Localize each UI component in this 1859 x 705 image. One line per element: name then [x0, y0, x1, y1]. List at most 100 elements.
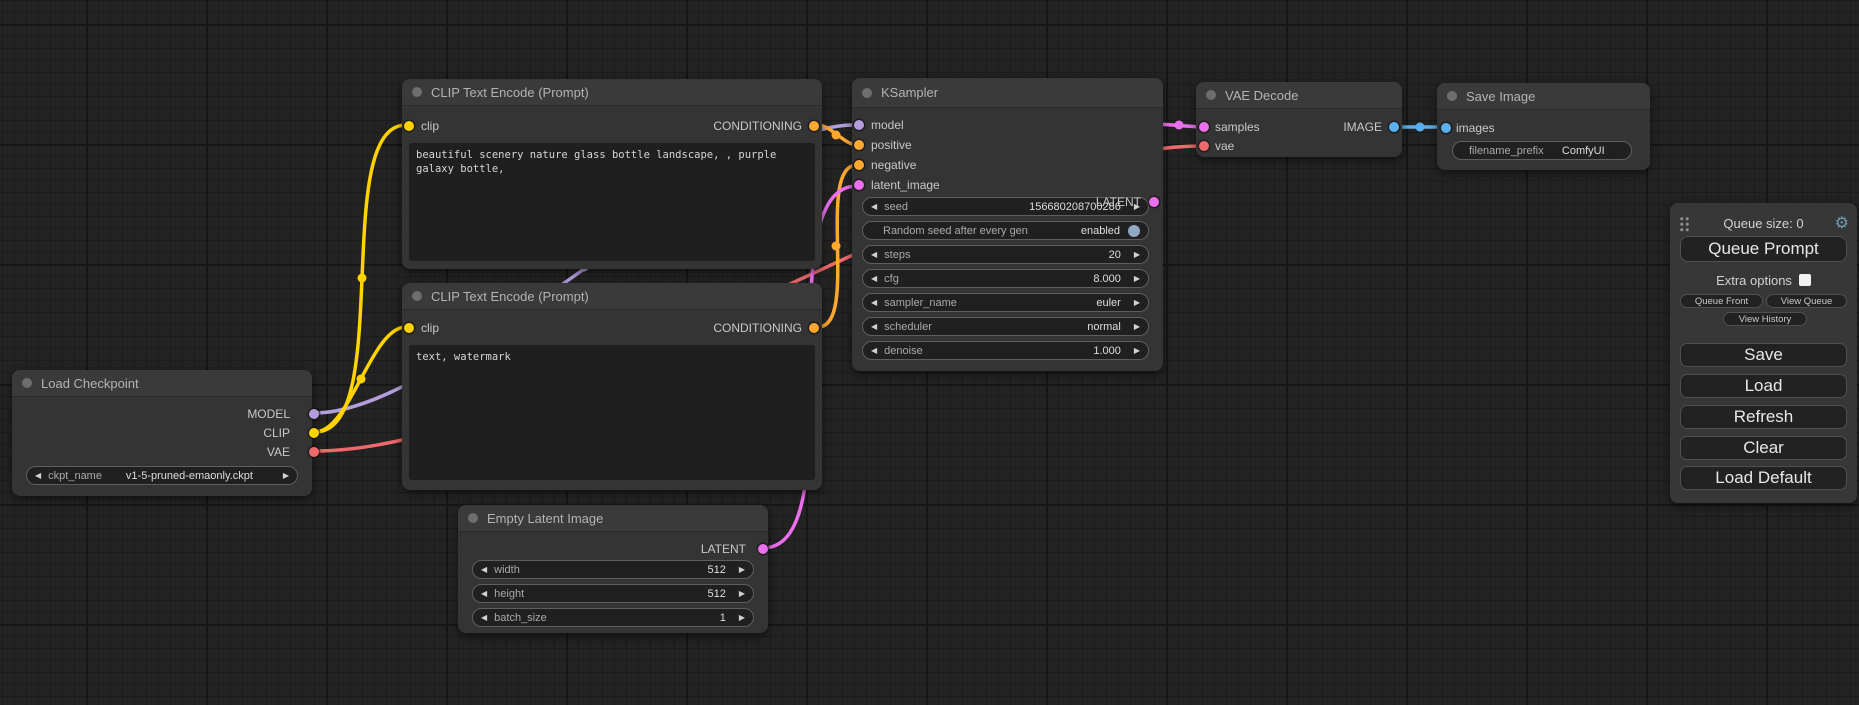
ckpt-name-widget[interactable]: ◀ ckpt_name v1-5-pruned-emaonly.ckpt ▶: [26, 466, 298, 485]
port-image-output[interactable]: [1389, 122, 1399, 132]
load-button[interactable]: Load: [1680, 374, 1847, 398]
left-arrow-icon[interactable]: ◀: [871, 202, 877, 211]
right-arrow-icon[interactable]: ▶: [1134, 274, 1140, 283]
node-title: Empty Latent Image: [487, 511, 603, 526]
node-clip-text-encode-positive[interactable]: CLIP Text Encode (Prompt) clip CONDITION…: [402, 79, 822, 269]
drag-handle-icon[interactable]: [1679, 216, 1690, 232]
node-titlebar[interactable]: Empty Latent Image: [458, 505, 768, 532]
left-arrow-icon[interactable]: ◀: [35, 471, 41, 480]
port-positive-input[interactable]: [854, 140, 864, 150]
left-arrow-icon[interactable]: ◀: [481, 565, 487, 574]
right-arrow-icon[interactable]: ▶: [739, 565, 745, 574]
right-arrow-icon[interactable]: ▶: [739, 613, 745, 622]
load-default-button[interactable]: Load Default: [1680, 466, 1847, 490]
left-arrow-icon[interactable]: ◀: [871, 250, 877, 259]
node-titlebar[interactable]: Load Checkpoint: [12, 370, 312, 397]
left-arrow-icon[interactable]: ◀: [871, 274, 877, 283]
scheduler-widget[interactable]: ◀ scheduler normal ▶: [862, 317, 1149, 336]
left-arrow-icon[interactable]: ◀: [871, 346, 877, 355]
queue-front-button[interactable]: Queue Front: [1680, 294, 1763, 308]
node-save-image[interactable]: Save Image images filename_prefix ComfyU…: [1437, 83, 1650, 170]
sampler-name-widget[interactable]: ◀ sampler_name euler ▶: [862, 293, 1149, 312]
left-arrow-icon[interactable]: ◀: [481, 589, 487, 598]
view-history-button[interactable]: View History: [1723, 312, 1807, 326]
port-latent-output[interactable]: [758, 544, 768, 554]
right-arrow-icon[interactable]: ▶: [1134, 346, 1140, 355]
port-vae-output[interactable]: [309, 447, 319, 457]
port-latent-output[interactable]: [1149, 197, 1159, 207]
port-conditioning-output[interactable]: [809, 323, 819, 333]
queue-panel-header: Queue size: 0 ⚙: [1670, 214, 1857, 232]
denoise-value: 1.000: [923, 345, 1134, 357]
filename-prefix-widget[interactable]: filename_prefix ComfyUI: [1452, 141, 1632, 160]
port-clip-input[interactable]: [404, 121, 414, 131]
port-negative-input[interactable]: [854, 160, 864, 170]
cfg-value: 8.000: [899, 273, 1134, 285]
port-images-input[interactable]: [1441, 123, 1451, 133]
collapse-dot-icon[interactable]: [1206, 90, 1216, 100]
port-latent-image-input[interactable]: [854, 180, 864, 190]
node-title: CLIP Text Encode (Prompt): [431, 85, 589, 100]
left-arrow-icon[interactable]: ◀: [481, 613, 487, 622]
input-samples: samples IMAGE: [1196, 117, 1402, 136]
view-queue-button[interactable]: View Queue: [1766, 294, 1847, 308]
port-vae-input[interactable]: [1199, 141, 1209, 151]
node-titlebar[interactable]: CLIP Text Encode (Prompt): [402, 79, 822, 106]
output-conditioning-label: CONDITIONING: [713, 321, 802, 335]
cfg-widget[interactable]: ◀ cfg 8.000 ▶: [862, 269, 1149, 288]
height-widget[interactable]: ◀ height 512 ▶: [472, 584, 754, 603]
extra-options-checkbox[interactable]: [1799, 274, 1811, 286]
batch-size-widget[interactable]: ◀ batch_size 1 ▶: [472, 608, 754, 627]
node-titlebar[interactable]: VAE Decode: [1196, 82, 1402, 109]
collapse-dot-icon[interactable]: [412, 291, 422, 301]
port-model-output[interactable]: [309, 409, 319, 419]
clear-button[interactable]: Clear: [1680, 436, 1847, 460]
steps-value: 20: [910, 249, 1133, 261]
left-arrow-icon[interactable]: ◀: [871, 298, 877, 307]
sampler-name-value: euler: [957, 297, 1134, 309]
node-load-checkpoint[interactable]: Load Checkpoint MODEL CLIP VAE ◀ ckpt_na…: [12, 370, 312, 496]
node-titlebar[interactable]: Save Image: [1437, 83, 1650, 110]
right-arrow-icon[interactable]: ▶: [1134, 322, 1140, 331]
collapse-dot-icon[interactable]: [22, 378, 32, 388]
collapse-dot-icon[interactable]: [468, 513, 478, 523]
right-arrow-icon[interactable]: ▶: [739, 589, 745, 598]
port-model-input[interactable]: [854, 120, 864, 130]
scheduler-value: normal: [932, 321, 1134, 333]
toggle-circle-icon[interactable]: [1128, 225, 1140, 237]
input-images: images: [1437, 118, 1650, 137]
collapse-dot-icon[interactable]: [412, 87, 422, 97]
port-clip-output[interactable]: [309, 428, 319, 438]
right-arrow-icon[interactable]: ▶: [1134, 298, 1140, 307]
width-widget[interactable]: ◀ width 512 ▶: [472, 560, 754, 579]
output-vae: VAE: [12, 442, 312, 461]
positive-prompt-textarea[interactable]: beautiful scenery nature glass bottle la…: [409, 143, 815, 261]
node-empty-latent-image[interactable]: Empty Latent Image LATENT ◀ width 512 ▶ …: [458, 505, 768, 633]
node-titlebar[interactable]: KSampler: [852, 78, 1163, 108]
input-positive: positive: [852, 135, 1163, 155]
port-clip-input[interactable]: [404, 323, 414, 333]
node-titlebar[interactable]: CLIP Text Encode (Prompt): [402, 283, 822, 310]
random-seed-toggle-widget[interactable]: Random seed after every gen enabled: [862, 221, 1149, 240]
port-conditioning-output[interactable]: [809, 121, 819, 131]
node-clip-text-encode-negative[interactable]: CLIP Text Encode (Prompt) clip CONDITION…: [402, 283, 822, 490]
node-vae-decode[interactable]: VAE Decode samples IMAGE vae: [1196, 82, 1402, 157]
right-arrow-icon[interactable]: ▶: [1134, 250, 1140, 259]
left-arrow-icon[interactable]: ◀: [871, 322, 877, 331]
queue-control-panel[interactable]: Queue size: 0 ⚙ Queue Prompt Extra optio…: [1670, 203, 1857, 503]
collapse-dot-icon[interactable]: [1447, 91, 1457, 101]
input-clip: clip CONDITIONING: [402, 318, 822, 337]
node-ksampler[interactable]: KSampler LATENT model positive negative …: [852, 78, 1163, 371]
denoise-widget[interactable]: ◀ denoise 1.000 ▶: [862, 341, 1149, 360]
queue-prompt-button[interactable]: Queue Prompt: [1680, 236, 1847, 262]
negative-prompt-textarea[interactable]: text, watermark: [409, 345, 815, 480]
node-graph-canvas[interactable]: Load Checkpoint MODEL CLIP VAE ◀ ckpt_na…: [0, 0, 1859, 705]
steps-widget[interactable]: ◀ steps 20 ▶: [862, 245, 1149, 264]
collapse-dot-icon[interactable]: [862, 88, 872, 98]
gear-icon[interactable]: ⚙: [1835, 213, 1849, 233]
port-samples-input[interactable]: [1199, 122, 1209, 132]
right-arrow-icon[interactable]: ▶: [283, 471, 289, 480]
refresh-button[interactable]: Refresh: [1680, 405, 1847, 429]
save-button[interactable]: Save: [1680, 343, 1847, 367]
input-vae: vae: [1196, 136, 1402, 155]
